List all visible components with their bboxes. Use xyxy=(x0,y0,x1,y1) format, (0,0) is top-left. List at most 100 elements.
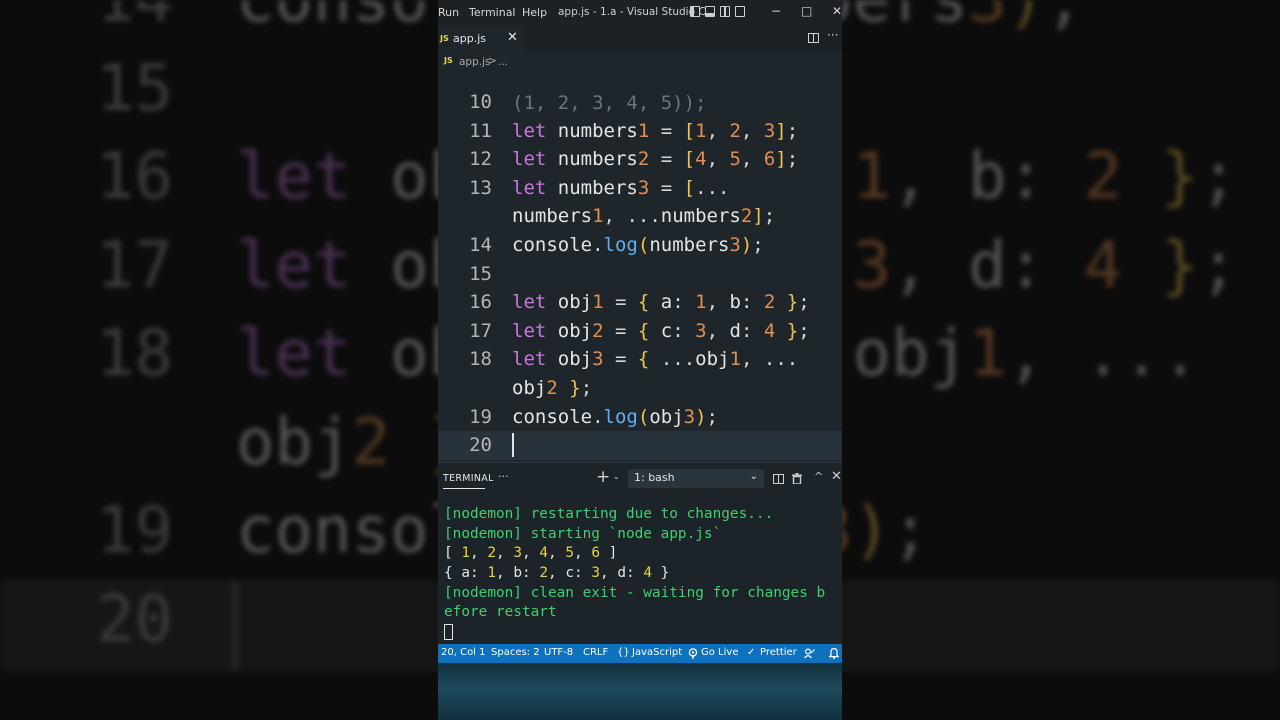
feedback-icon[interactable] xyxy=(804,648,815,659)
notifications-bell-icon[interactable] xyxy=(829,647,839,659)
terminal-cursor xyxy=(444,624,453,641)
breadcrumb-symbols[interactable]: ... xyxy=(498,56,508,68)
tab-label: app.js xyxy=(453,32,486,45)
line-number: 19 xyxy=(469,405,492,428)
terminal-line: efore restart xyxy=(444,604,557,621)
code-text: console.log(numbers3); xyxy=(512,234,764,256)
terminal-prompt xyxy=(444,623,840,643)
trash-icon[interactable] xyxy=(792,473,802,484)
panel-more-icon[interactable]: ··· xyxy=(498,470,509,483)
terminal-line: [ 1, 2, 3, 4, 5, 6 ] xyxy=(444,545,618,562)
terminal-line: [nodemon] starting `node app.js` xyxy=(444,525,722,542)
code-text: console.log(obj3); xyxy=(512,405,718,428)
background-line-number: 14 xyxy=(96,0,174,37)
terminal-tab[interactable]: TERMINAL xyxy=(443,473,494,484)
more-actions-icon[interactable]: ··· xyxy=(827,28,838,42)
line-number: 11 xyxy=(469,119,492,142)
line-number: 16 xyxy=(469,291,492,314)
layout-controls xyxy=(690,6,745,17)
code-text: obj2 }; xyxy=(512,377,593,399)
code-text: let numbers2 = [4, 5, 6]; xyxy=(512,148,799,171)
background-line-number: 20 xyxy=(96,582,174,657)
code-line-11: 11 let numbers1 = [1, 2, 3]; xyxy=(438,117,842,146)
background-line-number: 19 xyxy=(96,494,174,568)
terminal-tab-underline xyxy=(443,488,485,489)
shell-label: 1: bash xyxy=(634,471,675,484)
chevron-down-icon: ⌄ xyxy=(749,471,758,482)
status-language[interactable]: JavaScript xyxy=(632,647,682,658)
window-close-button[interactable]: ✕ xyxy=(832,4,842,18)
bottom-video-strip xyxy=(438,663,842,720)
terminal-line: { a: 1, b: 2, c: 3, d: 4 } xyxy=(444,565,670,582)
status-position[interactable]: 20, Col 1 xyxy=(441,647,486,658)
chevron-right-icon: > xyxy=(488,55,497,67)
customize-layout-icon[interactable] xyxy=(735,6,745,17)
status-encoding[interactable]: UTF-8 xyxy=(544,647,573,658)
code-line-wrap: numbers1, ...numbers2]; xyxy=(438,202,842,231)
vscode-window: Run Terminal Help app.js - 1.a - Visual … xyxy=(438,0,842,720)
terminal-shell-select[interactable]: 1: bash ⌄ xyxy=(628,469,764,488)
code-line-12: 12 let numbers2 = [4, 5, 6]; xyxy=(438,145,842,174)
code-text: numbers1, ...numbers2]; xyxy=(512,205,776,228)
split-editor-icon[interactable] xyxy=(808,33,819,43)
code-line-14: 14 console.log(numbers3); xyxy=(438,231,842,260)
tab-close-icon[interactable]: ✕ xyxy=(507,30,518,45)
maximize-panel-icon[interactable]: ^ xyxy=(814,470,823,483)
close-panel-icon[interactable]: ✕ xyxy=(831,469,842,484)
terminal-output[interactable]: [nodemon] restarting due to changes... [… xyxy=(444,505,840,643)
code-text: let obj2 = { c: 3, d: 4 }; xyxy=(512,319,810,342)
title-bar: Run Terminal Help app.js - 1.a - Visual … xyxy=(438,0,842,26)
tab-app-js[interactable]: JS app.js ✕ xyxy=(438,26,524,52)
breadcrumb-file[interactable]: app.js xyxy=(459,56,491,68)
split-terminal-icon[interactable] xyxy=(773,474,784,484)
terminal-line: [nodemon] restarting due to changes... xyxy=(444,506,774,522)
code-line-15: 15 xyxy=(438,260,842,289)
code-line-partial: (1, 2, 3, 4, 5)); xyxy=(438,72,842,114)
code-line-18: 18 let obj3 = { ...obj1, ... xyxy=(438,345,842,374)
line-number: 20 xyxy=(469,434,492,457)
toggle-secondary-sidebar-icon[interactable] xyxy=(720,6,730,17)
breadcrumb: JS app.js > ... xyxy=(438,52,842,72)
javascript-file-icon: JS xyxy=(444,56,453,65)
javascript-file-icon: JS xyxy=(440,34,449,43)
status-spaces[interactable]: Spaces: 2 xyxy=(491,647,540,658)
line-number: 10 xyxy=(469,91,492,113)
toggle-sidebar-icon[interactable] xyxy=(690,6,700,17)
code-line-17: 17 let obj2 = { c: 3, d: 4 }; xyxy=(438,317,842,346)
line-number: 12 xyxy=(469,148,492,171)
code-text: let numbers3 = [... xyxy=(512,176,730,199)
line-number: 18 xyxy=(469,348,492,371)
code-editor[interactable]: (1, 2, 3, 4, 5)); 10 11 let numbers1 = [1,… xyxy=(438,72,842,462)
chevron-down-icon[interactable]: ⌄ xyxy=(613,472,620,481)
code-line-20: 20 xyxy=(438,431,842,460)
background-line-number: 16 xyxy=(96,140,174,214)
code-line-19: 19 console.log(obj3); xyxy=(438,403,842,432)
code-text: let numbers1 = [1, 2, 3]; xyxy=(512,119,799,142)
code-line-wrap: obj2 }; xyxy=(438,374,842,403)
background-line-number: 15 xyxy=(96,51,174,126)
broadcast-icon xyxy=(688,648,698,659)
line-number: 13 xyxy=(469,176,492,199)
code-line-16: 16 let obj1 = { a: 1, b: 2 }; xyxy=(438,288,842,317)
menu-terminal[interactable]: Terminal xyxy=(469,6,516,19)
code-line-13: 13 let numbers3 = [... xyxy=(438,174,842,203)
code-text: let obj3 = { ...obj1, ... xyxy=(512,348,799,371)
background-cursor xyxy=(233,582,237,670)
status-prettier[interactable]: Prettier xyxy=(760,647,797,658)
maximize-button[interactable]: □ xyxy=(801,4,812,18)
toggle-panel-icon[interactable] xyxy=(705,6,715,17)
tab-bar: JS app.js ✕ xyxy=(438,26,842,52)
line-number: 17 xyxy=(469,319,492,342)
menu-help[interactable]: Help xyxy=(522,6,547,19)
check-icon: ✓ xyxy=(747,647,756,658)
minimize-button[interactable]: − xyxy=(771,4,781,18)
text-cursor xyxy=(512,433,514,457)
status-eol[interactable]: CRLF xyxy=(583,647,608,658)
status-go-live[interactable]: Go Live xyxy=(701,647,738,658)
background-line-number: 18 xyxy=(96,317,174,391)
new-terminal-icon[interactable]: + xyxy=(596,467,610,487)
language-icon: {} xyxy=(617,647,630,658)
menu-run[interactable]: Run xyxy=(438,6,459,19)
terminal-panel: TERMINAL ··· + ⌄ 1: bash ⌄ ^ ✕ [nodemon]… xyxy=(438,462,842,644)
terminal-line: [nodemon] clean exit - waiting for chang… xyxy=(444,584,826,601)
